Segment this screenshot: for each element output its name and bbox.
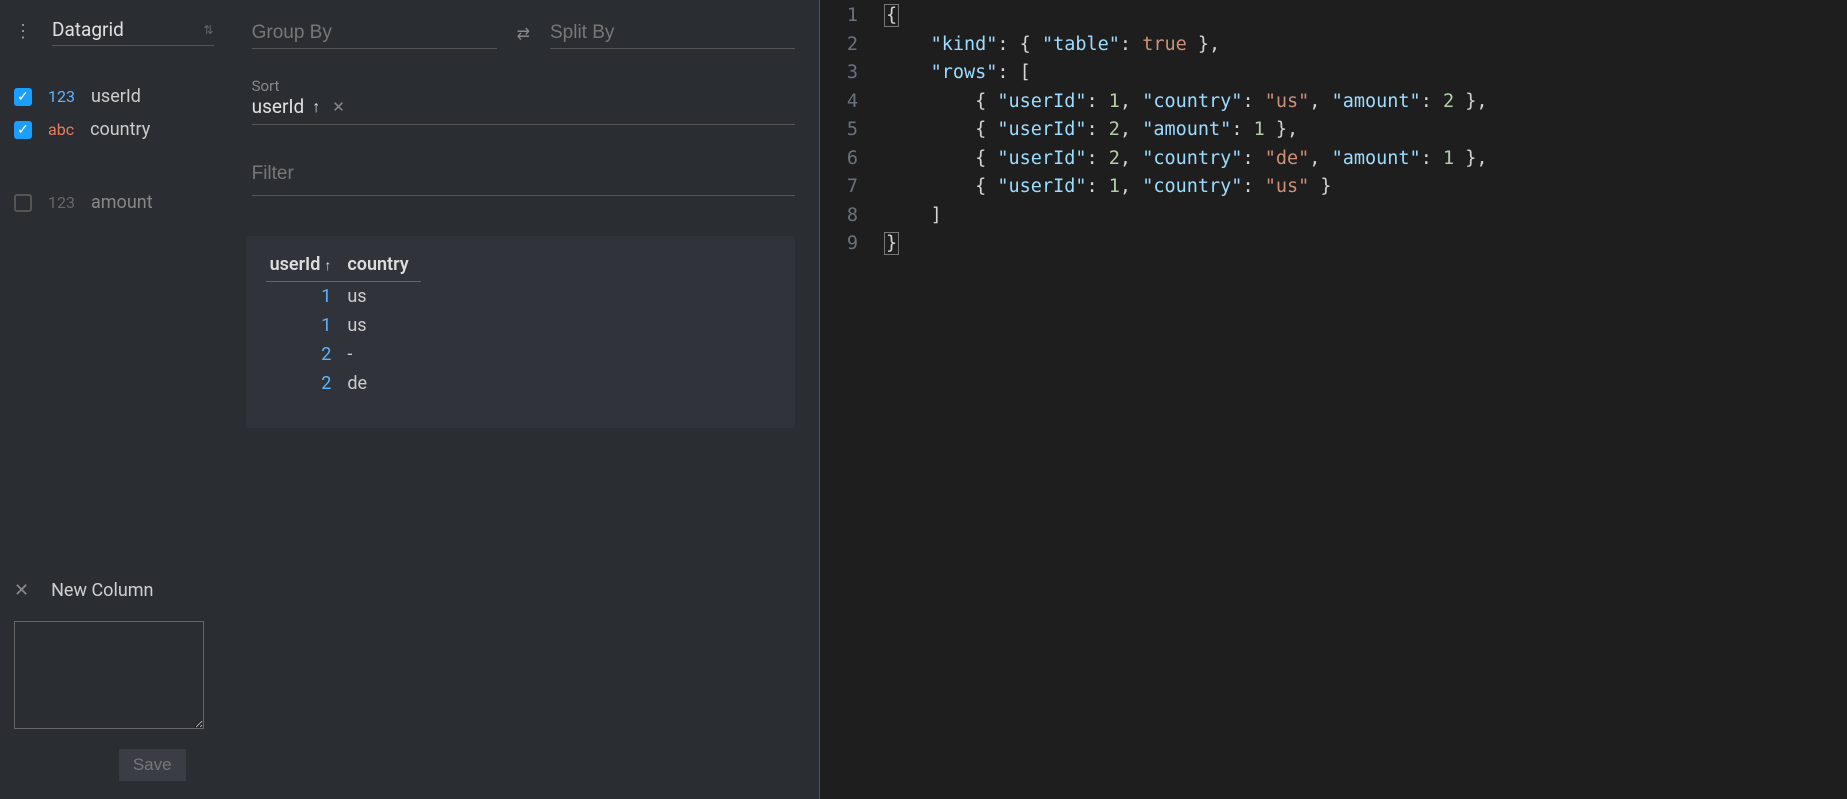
column-type-tag: abc [48,120,74,139]
table-cell: us [343,311,420,340]
sort-row[interactable]: userId ↑ ✕ [252,95,795,125]
table-header[interactable]: country [343,248,420,282]
table-cell: 1 [266,311,344,340]
sidebar-header: ⋮ Datagrid ⇅ [14,18,214,46]
sort-field: userId [252,95,305,118]
left-panel: ⋮ Datagrid ⇅ ✓ 123 userId ✓ abc country 123 amo… [0,0,820,799]
data-table: userId↑country 1us1us2-2de [266,248,421,398]
table-cell: de [343,369,420,398]
new-column-section: ✕ New Column Save [14,580,214,781]
filter-input[interactable] [252,159,795,189]
column-name: amount [91,192,153,213]
sort-asc-icon: ↑ [324,258,331,274]
column-name: country [90,119,150,140]
sidebar: ⋮ Datagrid ⇅ ✓ 123 userId ✓ abc country 123 amo… [0,0,228,799]
group-by-input[interactable] [252,18,497,49]
new-column-label: New Column [51,580,153,601]
split-by-input[interactable] [550,18,795,49]
table-cell: 1 [266,282,344,312]
kebab-menu-icon[interactable]: ⋮ [14,23,32,41]
editor-gutter: 123456789 [820,2,886,799]
sort-asc-icon: ↑ [312,97,320,117]
table-row[interactable]: 1us [266,282,421,312]
view-type-label: Datagrid [52,18,124,41]
column-checkbox[interactable] [14,194,32,212]
config-main: ⇄ Sort userId ↑ ✕ userId↑country 1us1us2… [228,0,819,799]
table-cell: 2 [266,340,344,369]
column-checkbox[interactable]: ✓ [14,88,32,106]
sort-remove-icon[interactable]: ✕ [332,98,345,116]
sort-label: Sort [252,77,795,95]
save-button[interactable]: Save [119,749,186,781]
column-type-tag: 123 [48,87,75,106]
table-row[interactable]: 1us [266,311,421,340]
column-row[interactable]: ✓ 123 userId [14,86,214,107]
column-type-tag: 123 [48,193,75,212]
select-chevron-icon: ⇅ [204,23,214,37]
table-header[interactable]: userId↑ [266,248,344,282]
close-icon[interactable]: ✕ [14,580,29,601]
code-editor[interactable]: 123456789 { "kind": { "table": true }, "… [820,0,1847,799]
column-row[interactable]: 123 amount [14,192,214,213]
table-cell: - [343,340,420,369]
new-column-textarea[interactable] [14,621,204,729]
data-table-wrap: userId↑country 1us1us2-2de [246,236,795,428]
view-type-select[interactable]: Datagrid ⇅ [52,18,214,46]
swap-icon[interactable]: ⇄ [517,24,530,43]
table-cell: us [343,282,420,312]
column-row[interactable]: ✓ abc country [14,119,214,140]
column-list: ✓ 123 userId ✓ abc country 123 amount [14,86,214,213]
table-row[interactable]: 2de [266,369,421,398]
table-row[interactable]: 2- [266,340,421,369]
table-cell: 2 [266,369,344,398]
column-name: userId [91,86,141,107]
editor-code[interactable]: { "kind": { "table": true }, "rows": [ {… [886,2,1847,799]
column-checkbox[interactable]: ✓ [14,121,32,139]
